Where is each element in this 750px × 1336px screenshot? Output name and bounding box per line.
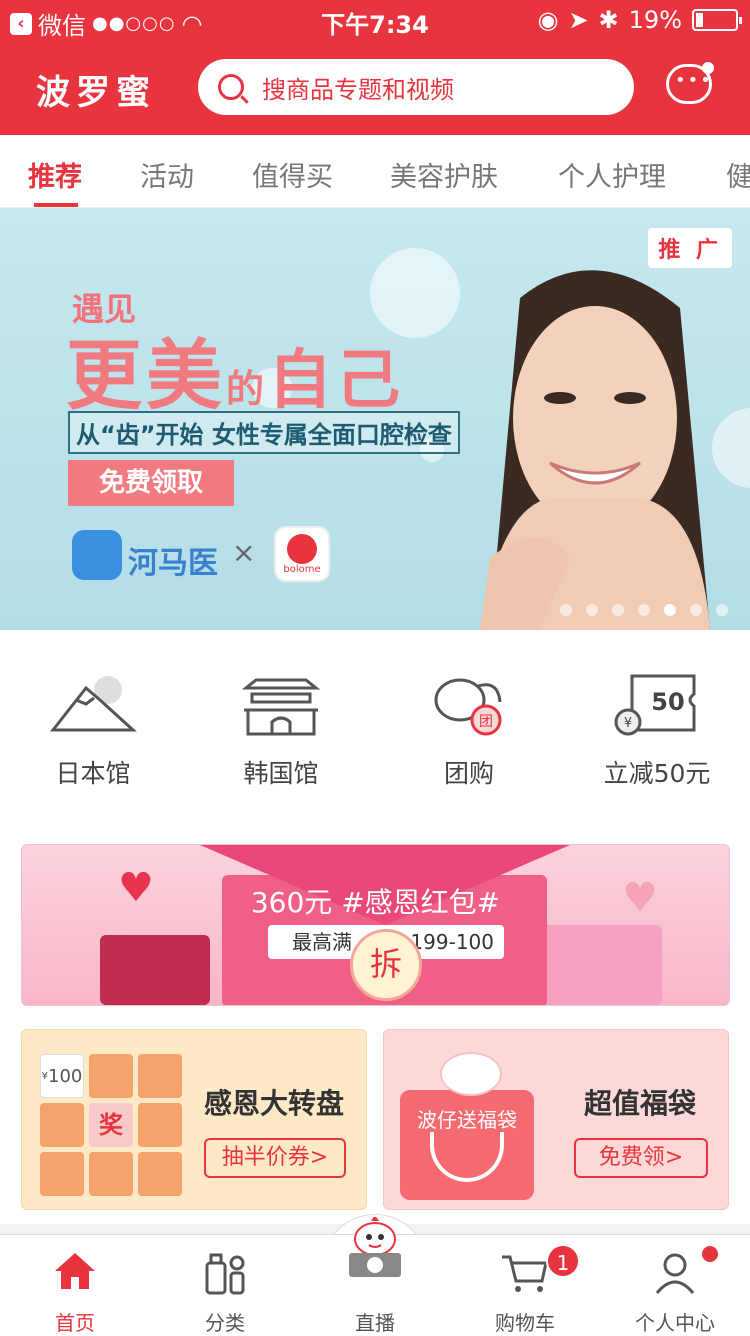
app-header: 波罗蜜 搜商品专题和视频 bbox=[0, 40, 750, 135]
claim-free-button[interactable]: 免费领取 bbox=[68, 460, 234, 506]
status-bar: ‹ 微信 ●●○○○ ◠ 下午7:34 ◉ ➤ ✱ 19% bbox=[0, 0, 750, 40]
search-icon bbox=[218, 74, 244, 100]
tab-health[interactable]: 健 bbox=[726, 155, 750, 194]
battery-icon bbox=[692, 9, 742, 31]
coupon-50-icon: 50 ¥ bbox=[614, 674, 696, 736]
prize-cell bbox=[40, 1103, 84, 1147]
tabbar-cart[interactable]: 购物车 bbox=[450, 1235, 600, 1335]
svg-text:团: 团 bbox=[479, 714, 493, 730]
bottom-tab-bar: 首页 分类 直播 购物车 个人中心 bbox=[0, 1217, 750, 1335]
gate-icon bbox=[241, 678, 321, 736]
half-price-coupon-button[interactable]: 抽半价券> bbox=[204, 1138, 346, 1178]
prize-cell: ¥100 bbox=[40, 1054, 84, 1098]
bolome-logo: bolome bbox=[274, 526, 330, 582]
hippo-doctor-logo bbox=[72, 530, 122, 580]
message-unread-dot bbox=[702, 62, 714, 74]
cosmetics-right-image bbox=[542, 925, 662, 1005]
tab-worth-buying[interactable]: 值得买 bbox=[252, 155, 333, 194]
prize-cell bbox=[138, 1103, 182, 1147]
app-logo: 波罗蜜 bbox=[36, 73, 156, 113]
tab-activity[interactable]: 活动 bbox=[140, 155, 194, 194]
prize-cell bbox=[40, 1152, 84, 1196]
banner-headline: 更美的自己 bbox=[66, 331, 405, 420]
red-packet-right-text: 199-100 bbox=[410, 930, 494, 954]
cosmetics-left-image bbox=[100, 935, 210, 1005]
lucky-bag-card[interactable]: 波仔送福袋 超值福袋 免费领> bbox=[383, 1029, 729, 1210]
lucky-bag-label: 波仔送福袋 bbox=[417, 1108, 517, 1132]
carousel-dots bbox=[560, 604, 728, 616]
category-tabs: 推荐 活动 值得买 美容护肤 个人护理 健 bbox=[0, 135, 750, 208]
prize-cell bbox=[138, 1152, 182, 1196]
entry-japan-label: 日本馆 bbox=[55, 759, 131, 788]
tabbar-cart-label: 购物车 bbox=[495, 1311, 555, 1335]
tabbar-profile[interactable]: 个人中心 bbox=[600, 1235, 750, 1335]
lucky-wheel-title: 感恩大转盘 bbox=[204, 1087, 345, 1120]
cart-icon bbox=[502, 1255, 548, 1292]
home-icon bbox=[55, 1253, 95, 1289]
category-icon bbox=[205, 1253, 245, 1295]
mascot-icon bbox=[440, 1052, 502, 1096]
free-claim-button[interactable]: 免费领> bbox=[574, 1138, 708, 1178]
active-tab-indicator bbox=[34, 203, 78, 207]
entry-group-buy[interactable]: 团 团购 bbox=[394, 670, 544, 790]
tabbar-profile-label: 个人中心 bbox=[635, 1311, 715, 1335]
user-icon bbox=[655, 1253, 695, 1294]
entry-korea-label: 韩国馆 bbox=[243, 759, 319, 788]
quick-entry-row: 日本馆 韩国馆 团 团购 50 ¥ 立减50元 bbox=[0, 630, 750, 830]
entry-group-buy-label: 团购 bbox=[443, 759, 494, 788]
prize-grid: ¥100 奖 bbox=[40, 1054, 182, 1196]
tabbar-category-label: 分类 bbox=[205, 1311, 245, 1335]
entry-korea[interactable]: 韩国馆 bbox=[206, 670, 356, 790]
entry-japan[interactable]: 日本馆 bbox=[18, 670, 168, 790]
lock-rotation-icon: ◉ bbox=[537, 6, 559, 34]
tab-personal-care[interactable]: 个人护理 bbox=[558, 155, 666, 194]
tabbar-live[interactable]: 直播 bbox=[300, 1217, 450, 1335]
prize-cell bbox=[89, 1054, 133, 1098]
prize-cell bbox=[89, 1152, 133, 1196]
svg-text:¥: ¥ bbox=[624, 716, 632, 731]
lucky-bag-image: 波仔送福袋 bbox=[400, 1090, 534, 1200]
open-packet-button[interactable]: 拆 bbox=[350, 929, 422, 1001]
red-packet-left-text: 最高满 bbox=[292, 930, 352, 954]
hippo-doctor-name: 河马医 bbox=[128, 546, 218, 581]
group-buy-icon: 团 bbox=[434, 678, 502, 736]
bluetooth-icon: ✱ bbox=[598, 6, 619, 34]
model-portrait bbox=[480, 270, 710, 630]
prize-center: 奖 bbox=[89, 1103, 133, 1147]
tabbar-home[interactable]: 首页 bbox=[0, 1235, 150, 1335]
tabbar-home-label: 首页 bbox=[55, 1311, 95, 1335]
red-packet-title: 360元 #感恩红包# bbox=[250, 886, 501, 919]
entry-coupon[interactable]: 50 ¥ 立减50元 bbox=[582, 670, 732, 790]
battery-percent: 19% bbox=[628, 6, 682, 34]
svg-text:50: 50 bbox=[651, 688, 684, 716]
tabbar-live-label: 直播 bbox=[355, 1311, 395, 1335]
profile-notification-dot bbox=[702, 1246, 718, 1262]
entry-coupon-label: 立减50元 bbox=[603, 759, 711, 788]
tabbar-category[interactable]: 分类 bbox=[150, 1235, 300, 1335]
lucky-wheel-card[interactable]: ¥100 奖 感恩大转盘 抽半价券> bbox=[21, 1029, 367, 1210]
tab-recommend[interactable]: 推荐 bbox=[28, 155, 82, 194]
mount-fuji-icon bbox=[49, 676, 137, 732]
location-icon: ➤ bbox=[568, 6, 589, 34]
cart-badge: 1 bbox=[546, 1244, 580, 1278]
lucky-bag-title: 超值福袋 bbox=[584, 1087, 697, 1120]
search-input[interactable]: 搜商品专题和视频 bbox=[198, 59, 634, 115]
promo-banner[interactable]: 推 广 遇见 更美的自己 从“齿”开始 女性专属全面口腔检查 免费领取 河马医 … bbox=[0, 208, 750, 630]
red-packet-banner[interactable]: ♥ ♥ 360元 #感恩红包# 最高满 199-100 拆 bbox=[21, 844, 730, 1006]
cross-icon: × bbox=[232, 536, 256, 569]
tab-skincare[interactable]: 美容护肤 bbox=[390, 155, 498, 194]
prize-cell bbox=[138, 1054, 182, 1098]
banner-subtitle: 从“齿”开始 女性专属全面口腔检查 bbox=[68, 411, 460, 454]
search-placeholder: 搜商品专题和视频 bbox=[262, 75, 454, 104]
live-camera-icon bbox=[349, 1217, 401, 1277]
